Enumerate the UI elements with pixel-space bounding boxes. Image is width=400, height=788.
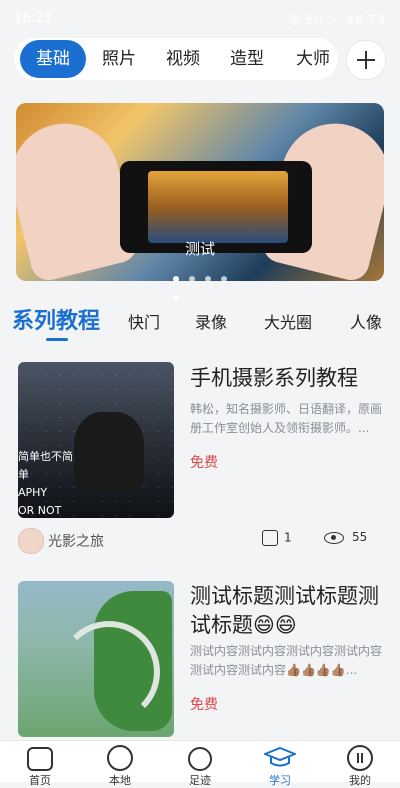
status-bar: 16:23 令 5G ⓒ 46 73 <box>0 0 400 36</box>
like-button[interactable]: 1 <box>262 530 292 546</box>
category-tab-series[interactable]: 系列教程 <box>12 303 100 335</box>
banner-dot-2[interactable] <box>189 276 196 282</box>
planet-icon <box>188 747 212 771</box>
category-tab-recording[interactable]: 录像 <box>195 309 227 333</box>
nav-label-learn: 学习 <box>269 774 291 787</box>
banner-pagination <box>173 267 233 301</box>
category-tab-aperture[interactable]: 大光圈 <box>264 309 312 333</box>
nav-label-profile: 我的 <box>349 774 371 787</box>
banner-dot-4[interactable] <box>221 276 228 282</box>
overlay-line-1: 简单也不简单 <box>18 450 73 481</box>
course-price-1: 免费 <box>190 455 218 471</box>
path-image <box>58 621 160 723</box>
banner-dot-1[interactable] <box>173 276 179 282</box>
bottom-navigation: 首页 本地 足迹 学习 我的 <box>0 740 400 787</box>
status-time: 16:23 <box>14 11 52 26</box>
author-name: 光影之旅 <box>48 534 104 550</box>
top-tab-basics[interactable]: 基础 <box>20 40 86 78</box>
banner-dot-5[interactable] <box>173 295 179 301</box>
nav-label-footprints: 足迹 <box>189 774 211 787</box>
thumbnail-overlay-text: 简单也不简单 APHY OR NOT <box>18 448 78 518</box>
nav-profile[interactable]: 我的 <box>320 741 400 787</box>
nav-home[interactable]: 首页 <box>0 741 80 787</box>
view-count: 55 <box>324 530 367 544</box>
banner-caption: 测试 <box>184 240 215 258</box>
course-thumbnail-1[interactable]: 简单也不简单 APHY OR NOT <box>18 362 174 518</box>
top-tab-photos[interactable]: 照片 <box>102 38 136 80</box>
course-description-1: 韩松，知名摄影师、日语翻译，原画册工作室创始人及领衔摄影师。... <box>190 402 383 435</box>
category-active-indicator <box>46 338 68 341</box>
profile-icon <box>347 745 373 771</box>
like-count: 1 <box>284 530 292 545</box>
nav-footprints[interactable]: 足迹 <box>160 741 240 787</box>
banner-dot-3[interactable] <box>205 276 212 282</box>
eye-icon <box>324 531 344 544</box>
nav-local[interactable]: 本地 <box>80 741 160 787</box>
overlay-line-3: OR NOT <box>18 504 62 517</box>
home-icon <box>27 747 53 771</box>
category-tab-shutter[interactable]: 快门 <box>128 309 160 333</box>
nav-learn[interactable]: 学习 <box>240 741 320 787</box>
category-tab-portrait[interactable]: 人像 <box>350 309 382 333</box>
overlay-line-2: APHY <box>18 486 48 499</box>
category-tab-bar: 系列教程 快门 录像 大光圈 人像 <box>0 303 400 343</box>
avatar <box>18 528 44 554</box>
top-tab-video[interactable]: 视频 <box>166 38 200 80</box>
course-price-2: 免费 <box>190 697 218 713</box>
course-title-2[interactable]: 测试标题测试标题测试标题😄😄 <box>190 582 382 640</box>
thumbs-up-icon <box>262 530 278 546</box>
course-thumbnail-2[interactable] <box>18 581 174 737</box>
view-count-value: 55 <box>352 530 368 544</box>
top-tab-styling[interactable]: 造型 <box>230 38 264 80</box>
top-tab-bar: 基础 照片 视频 造型 大师 <box>14 38 338 80</box>
runner-silhouette <box>74 412 144 492</box>
banner-phone-screen <box>148 171 288 243</box>
course-title-1[interactable]: 手机摄影系列教程 <box>190 364 382 393</box>
course-description-2: 测试内容测试内容测试内容测试内容测试内容测试内容👍🏽👍🏽👍🏽👍🏽... <box>190 644 383 677</box>
compass-icon <box>107 745 133 771</box>
status-icons: 令 5G ⓒ 46 73 <box>287 13 386 27</box>
top-tab-master[interactable]: 大师 <box>296 38 330 80</box>
nav-label-home: 首页 <box>29 774 51 787</box>
nav-label-local: 本地 <box>109 774 131 787</box>
add-button[interactable] <box>346 40 386 80</box>
graduation-cap-icon <box>262 746 298 767</box>
